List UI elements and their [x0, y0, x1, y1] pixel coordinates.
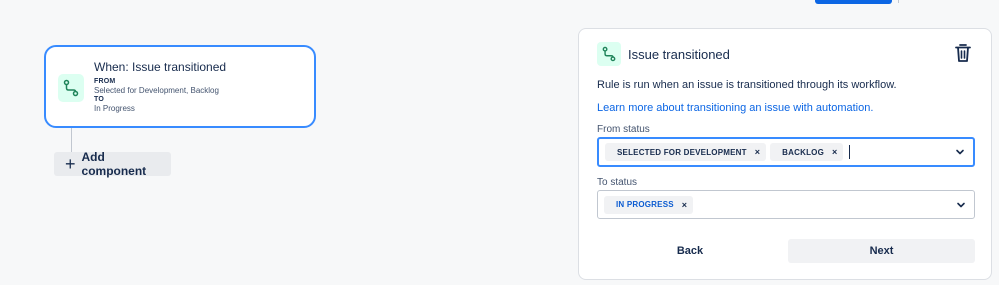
- plus-icon: +: [65, 154, 76, 174]
- add-component-button[interactable]: + Add component: [54, 150, 171, 178]
- remove-chip-icon[interactable]: ×: [832, 147, 837, 157]
- panel-title: Issue transitioned: [628, 47, 730, 62]
- learn-more-link[interactable]: Learn more about transitioning an issue …: [597, 102, 873, 114]
- chip-label: SELECTED FOR DEVELOPMENT: [617, 147, 747, 157]
- chevron-down-icon[interactable]: [956, 200, 966, 210]
- from-status-label: From status: [597, 124, 650, 135]
- top-primary-button[interactable]: [815, 0, 892, 4]
- chip-label: IN PROGRESS: [616, 200, 674, 209]
- status-chip: SELECTED FOR DEVELOPMENT ×: [605, 143, 767, 161]
- flow-connector: [71, 128, 72, 152]
- remove-chip-icon[interactable]: ×: [755, 147, 760, 157]
- from-status-select[interactable]: SELECTED FOR DEVELOPMENT × BACKLOG ×: [597, 137, 975, 167]
- panel-description: Rule is run when an issue is transitione…: [597, 79, 897, 91]
- add-component-label: Add component: [81, 150, 147, 178]
- trigger-from-value: Selected for Development, Backlog: [94, 86, 219, 95]
- back-button[interactable]: Back: [597, 239, 783, 263]
- trigger-card[interactable]: When: Issue transitioned FROM Selected f…: [44, 45, 316, 128]
- trash-icon[interactable]: [954, 43, 972, 63]
- text-cursor: [849, 145, 851, 159]
- trigger-summary: When: Issue transitioned FROM Selected f…: [94, 60, 226, 114]
- trigger-to-value: In Progress: [94, 104, 135, 113]
- chevron-down-icon[interactable]: [955, 147, 965, 157]
- remove-chip-icon[interactable]: ×: [682, 200, 687, 210]
- to-status-label: To status: [597, 177, 638, 188]
- next-button[interactable]: Next: [788, 239, 975, 263]
- chip-label: BACKLOG: [782, 147, 825, 157]
- trigger-title: When: Issue transitioned: [94, 60, 227, 74]
- transition-icon: [597, 42, 621, 66]
- trigger-config-panel: Issue transitioned Rule is run when an i…: [578, 28, 992, 280]
- status-chip: BACKLOG ×: [770, 143, 844, 161]
- transition-icon: [58, 74, 84, 102]
- status-chip: IN PROGRESS ×: [604, 195, 694, 214]
- trigger-to-label: TO: [94, 96, 104, 103]
- trigger-from-label: FROM: [94, 78, 116, 85]
- toolbar-divider: [898, 0, 899, 3]
- to-status-select[interactable]: IN PROGRESS ×: [597, 190, 975, 219]
